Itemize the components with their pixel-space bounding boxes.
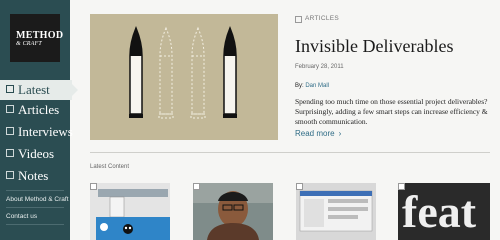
bullet-solid-icon bbox=[129, 26, 143, 118]
logo-line-2: & CRAFT bbox=[16, 41, 42, 47]
sidebar-divider bbox=[6, 224, 64, 225]
content-type-icon bbox=[398, 183, 405, 190]
notes-icon bbox=[6, 171, 14, 179]
article-tag-icon bbox=[295, 16, 302, 23]
videos-icon bbox=[6, 149, 14, 157]
sidebar-divider bbox=[6, 190, 64, 191]
byline-label: By: bbox=[295, 83, 304, 89]
method-craft-logo[interactable]: METHOD & CRAFT bbox=[10, 14, 64, 62]
logo-line-1: METHOD bbox=[16, 30, 64, 41]
bullets-illustration bbox=[129, 26, 237, 119]
latest-thumbnail[interactable] bbox=[296, 183, 376, 240]
nav-label: Notes bbox=[18, 168, 49, 183]
latest-thumbnail[interactable]: feat bbox=[398, 183, 490, 240]
latest-thumbnail[interactable] bbox=[193, 183, 273, 240]
author-link[interactable]: Dan Mall bbox=[305, 83, 329, 89]
interview-photo bbox=[193, 183, 273, 240]
section-divider bbox=[90, 152, 490, 153]
screenshot-thumbnail-image bbox=[90, 183, 170, 240]
article-title[interactable]: Invisible Deliverables bbox=[295, 36, 453, 57]
content-type-icon bbox=[296, 183, 303, 190]
lettering-text: feat bbox=[402, 186, 477, 237]
nav-item-articles[interactable]: Articles bbox=[0, 100, 70, 120]
latest-thumbnail[interactable] bbox=[90, 183, 170, 240]
sidebar-divider bbox=[6, 207, 64, 208]
content-type-icon bbox=[90, 183, 97, 190]
lettering-thumbnail-image: feat bbox=[398, 183, 490, 240]
nav-label: Latest bbox=[18, 82, 50, 97]
content-type-icon bbox=[193, 183, 200, 190]
bullet-outline-icon bbox=[190, 26, 206, 119]
contact-link[interactable]: Contact us bbox=[6, 213, 37, 220]
screenshot-thumbnail-image bbox=[296, 183, 376, 240]
about-link[interactable]: About Method & Craft bbox=[6, 196, 69, 203]
latest-icon bbox=[6, 85, 14, 93]
read-more-label: Read more bbox=[295, 129, 335, 138]
bullet-outline-icon bbox=[158, 26, 174, 119]
chevron-right-icon: › bbox=[338, 129, 342, 138]
nav-label: Interviews bbox=[18, 124, 73, 139]
nav-item-notes[interactable]: Notes bbox=[0, 166, 70, 186]
article-category[interactable]: ARTICLES bbox=[305, 15, 339, 22]
interviews-icon bbox=[6, 127, 14, 135]
sidebar: METHOD & CRAFT Latest Articles Interview… bbox=[0, 0, 78, 240]
article-summary: Spending too much time on those essentia… bbox=[295, 97, 488, 126]
nav-label: Articles bbox=[18, 102, 60, 117]
nav-label: Videos bbox=[18, 146, 55, 161]
nav-item-latest[interactable]: Latest bbox=[0, 80, 78, 100]
article-byline: By: Dan Mall bbox=[295, 83, 329, 89]
nav-item-interviews[interactable]: Interviews bbox=[0, 122, 73, 142]
nav-item-videos[interactable]: Videos bbox=[0, 144, 70, 164]
featured-image[interactable] bbox=[90, 14, 278, 140]
article-date: February 28, 2011 bbox=[295, 64, 344, 70]
bullet-solid-icon bbox=[223, 26, 237, 118]
read-more-link[interactable]: Read more › bbox=[295, 129, 341, 138]
latest-content-heading: Latest Content bbox=[90, 164, 130, 170]
articles-icon bbox=[6, 105, 14, 113]
